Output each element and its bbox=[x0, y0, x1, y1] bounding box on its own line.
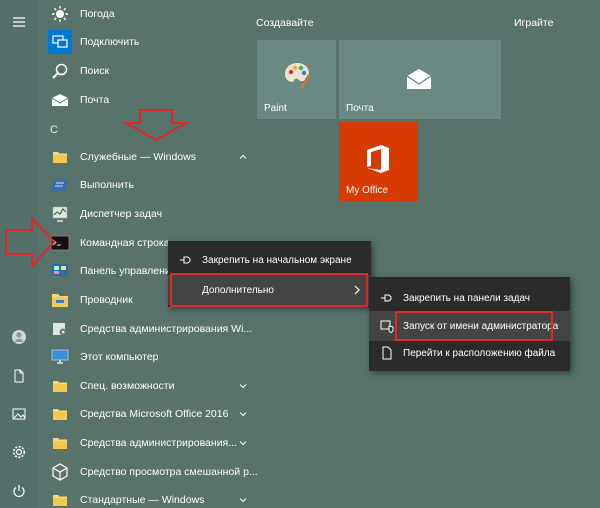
pictures-icon bbox=[12, 408, 26, 420]
folder-icon bbox=[48, 431, 72, 455]
run-icon bbox=[48, 173, 72, 197]
settings-icon bbox=[12, 445, 26, 459]
folder-icon bbox=[48, 402, 72, 426]
app-label: Почта bbox=[80, 94, 110, 106]
folder-label: Стандартные — Windows bbox=[80, 494, 205, 506]
admin-tools-icon bbox=[48, 317, 72, 341]
menu-pin-taskbar[interactable]: Закрепить на панели задач bbox=[369, 283, 570, 313]
app-label: Этот компьютер bbox=[80, 351, 159, 363]
app-label: Средства администрирования Wi... bbox=[80, 323, 253, 335]
explorer-icon bbox=[48, 288, 72, 312]
app-label: Панель управления bbox=[80, 265, 177, 277]
shield-run-icon bbox=[379, 318, 395, 334]
folder-windows-accessories[interactable]: Стандартные — Windows bbox=[48, 486, 247, 508]
folder-icon bbox=[48, 145, 72, 169]
app-label: Погода bbox=[80, 8, 115, 20]
tile-my-office[interactable]: My Office bbox=[339, 122, 418, 201]
pin-icon bbox=[379, 290, 395, 306]
chevron-down-icon bbox=[239, 412, 247, 417]
folder-windows-tools[interactable]: Служебные — Windows bbox=[48, 143, 247, 171]
app-control-panel[interactable]: Панель управления bbox=[48, 257, 176, 285]
sun-icon bbox=[48, 2, 72, 26]
menu-label: Закрепить на панели задач bbox=[403, 292, 530, 304]
folder-label: Средства администрирования... bbox=[80, 437, 237, 449]
chevron-down-icon bbox=[239, 441, 247, 446]
folder-admin-tools[interactable]: Средства администрирования... bbox=[48, 429, 247, 457]
app-run[interactable]: Выполнить bbox=[48, 171, 134, 199]
connect-icon bbox=[48, 30, 72, 54]
app-label: Поиск bbox=[80, 65, 110, 77]
app-label: Подключить bbox=[80, 36, 140, 48]
annotation-arrow-down bbox=[122, 109, 190, 142]
power-icon bbox=[13, 485, 25, 498]
menu-open-location[interactable]: Перейти к расположению файла bbox=[369, 338, 570, 368]
app-mixed-reality-viewer[interactable]: Средство просмотра смешанной р... bbox=[48, 458, 258, 486]
app-connect[interactable]: Подключить bbox=[48, 28, 139, 56]
file-icon bbox=[379, 345, 395, 361]
highlight-box-run-as-admin bbox=[395, 311, 553, 341]
pin-icon bbox=[178, 252, 194, 268]
app-task-manager[interactable]: Диспетчер задач bbox=[48, 200, 162, 228]
folder-label: Служебные — Windows bbox=[80, 151, 196, 163]
folder-icon bbox=[48, 488, 72, 508]
computer-icon bbox=[48, 345, 72, 369]
menu-label: Закрепить на начальном экране bbox=[202, 254, 352, 266]
mixed-reality-icon bbox=[48, 460, 72, 484]
power-button[interactable] bbox=[0, 476, 38, 506]
tile-label: My Office bbox=[346, 185, 389, 196]
palette-icon bbox=[285, 63, 310, 89]
folder-office-tools[interactable]: Средства Microsoft Office 2016 bbox=[48, 400, 247, 428]
app-label: Командная строка bbox=[80, 237, 170, 249]
search-icon bbox=[48, 59, 72, 83]
document-icon bbox=[14, 369, 24, 383]
folder-accessibility[interactable]: Спец. возможности bbox=[48, 372, 247, 400]
tile-mail[interactable]: Почта bbox=[339, 40, 501, 119]
mail-icon bbox=[406, 69, 432, 89]
group-title-create[interactable]: Создавайте bbox=[256, 17, 314, 29]
app-search[interactable]: Поиск bbox=[48, 57, 109, 85]
app-admin-tools[interactable]: Средства администрирования Wi... bbox=[48, 315, 252, 343]
documents-button[interactable] bbox=[0, 361, 38, 391]
menu-pin-start[interactable]: Закрепить на начальном экране bbox=[168, 245, 371, 275]
annotation-arrow-right bbox=[5, 216, 56, 268]
user-avatar-icon bbox=[12, 330, 26, 344]
pictures-button[interactable] bbox=[0, 399, 38, 429]
app-weather[interactable]: Погода bbox=[48, 0, 115, 28]
app-explorer[interactable]: Проводник bbox=[48, 286, 133, 314]
mail-icon bbox=[48, 88, 72, 112]
settings-button[interactable] bbox=[0, 437, 38, 467]
hamburger-menu-button[interactable] bbox=[0, 7, 38, 37]
app-label: Средство просмотра смешанной р... bbox=[80, 466, 258, 478]
chevron-down-icon bbox=[239, 498, 247, 503]
highlight-box-more bbox=[170, 273, 368, 307]
app-label: Диспетчер задач bbox=[80, 208, 163, 220]
folder-icon bbox=[48, 374, 72, 398]
folder-label: Средства Microsoft Office 2016 bbox=[80, 408, 229, 420]
tile-paint[interactable]: Paint bbox=[257, 40, 336, 119]
section-letter[interactable]: С bbox=[50, 124, 58, 136]
chevron-up-icon bbox=[239, 154, 247, 159]
app-command-prompt[interactable]: Командная строка bbox=[48, 229, 170, 257]
chevron-down-icon bbox=[239, 384, 247, 389]
app-mail[interactable]: Почта bbox=[48, 86, 109, 114]
tile-label: Paint bbox=[264, 103, 287, 114]
office-icon bbox=[367, 145, 389, 173]
app-label: Проводник bbox=[80, 294, 133, 306]
app-this-pc[interactable]: Этот компьютер bbox=[48, 343, 159, 371]
folder-label: Спец. возможности bbox=[80, 380, 175, 392]
group-title-play[interactable]: Играйте bbox=[514, 17, 553, 29]
app-label: Выполнить bbox=[80, 179, 134, 191]
menu-label: Перейти к расположению файла bbox=[403, 347, 556, 359]
tile-label: Почта bbox=[346, 103, 374, 114]
hamburger-icon bbox=[13, 17, 25, 27]
user-account-button[interactable] bbox=[0, 322, 38, 352]
